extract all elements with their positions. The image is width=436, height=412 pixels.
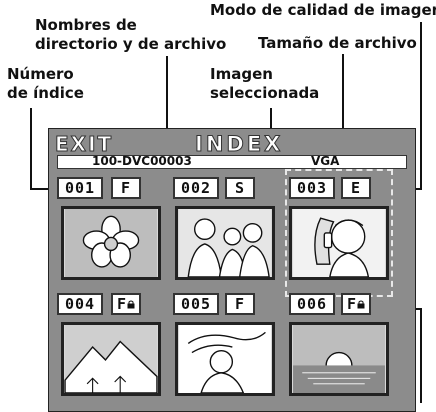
- quality-mode-4-label: F: [116, 295, 128, 313]
- index-number-2: 002: [173, 177, 219, 199]
- callout-index-line1: Número: [7, 65, 74, 83]
- leader-index-h1: [30, 108, 32, 190]
- woman-wind-icon: [179, 325, 271, 393]
- index-number-3: 003: [289, 177, 335, 199]
- index-number-5: 005: [173, 293, 219, 315]
- exit-button[interactable]: EXIT: [54, 132, 113, 157]
- info-bar: 100-DVC00003 VGA: [57, 154, 407, 169]
- directory-file-name: 100-DVC00003: [92, 154, 192, 168]
- quality-mode-2: S: [225, 177, 255, 199]
- quality-mode-5: F: [225, 293, 255, 315]
- mountain-icon: [64, 325, 158, 393]
- leader-quality-v: [420, 22, 422, 190]
- callout-selected-image: Imagen seleccionada: [210, 65, 319, 103]
- thumbnail-4[interactable]: [61, 322, 161, 396]
- thumbnail-3[interactable]: [289, 206, 389, 280]
- index-number-6: 006: [289, 293, 335, 315]
- quality-mode-4: F: [111, 293, 141, 315]
- thumbnail-1[interactable]: [61, 206, 161, 280]
- callout-names-line2: directorio y de archivo: [35, 35, 227, 53]
- callout-image-quality-mode: Modo de calidad de imagen: [210, 1, 436, 19]
- callout-selected-line2: seleccionada: [210, 84, 320, 102]
- thumbnail-6[interactable]: [289, 322, 389, 396]
- leader-protect-v: [420, 308, 422, 403]
- callout-index-line2: de índice: [7, 84, 84, 102]
- thumbnail-5[interactable]: [175, 322, 275, 396]
- quality-mode-6-label: F: [346, 295, 358, 313]
- people-icon: [179, 209, 271, 277]
- callout-directory-file-names: Nombres de directorio y de archivo: [35, 16, 226, 54]
- protect-icon: [127, 300, 135, 309]
- flower-icon: [65, 209, 157, 277]
- callout-index-number: Número de índice: [7, 65, 84, 103]
- quality-mode-1: F: [111, 177, 141, 199]
- girl-phone-icon: [293, 209, 385, 277]
- index-number-4: 004: [57, 293, 103, 315]
- callout-selected-line1: Imagen: [210, 65, 273, 83]
- thumbnail-2[interactable]: [175, 206, 275, 280]
- sunset-icon: [293, 325, 385, 393]
- callout-file-size: Tamaño de archivo: [258, 34, 417, 52]
- file-size-value: VGA: [311, 154, 340, 168]
- protect-icon: [357, 300, 365, 309]
- callout-names-line1: Nombres de: [35, 16, 137, 34]
- index-screen: EXIT INDEX 100-DVC00003 VGA 001 F 002 S: [48, 128, 416, 412]
- index-number-1: 001: [57, 177, 103, 199]
- screen-title: INDEX: [194, 132, 284, 157]
- quality-mode-6: F: [341, 293, 371, 315]
- quality-mode-3: E: [341, 177, 371, 199]
